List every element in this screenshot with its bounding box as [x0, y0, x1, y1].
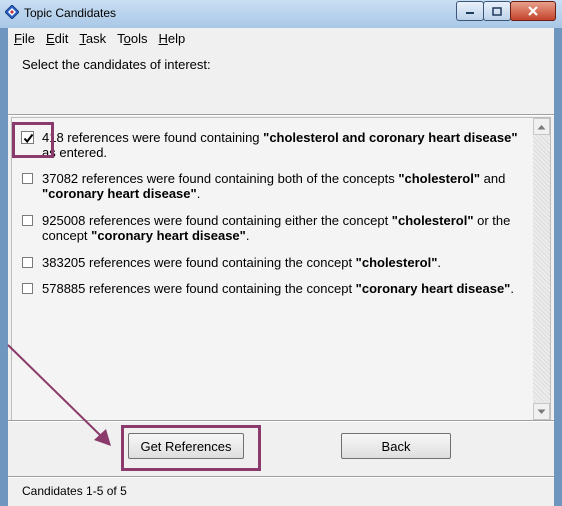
candidate-checkbox-5[interactable]: [22, 283, 33, 294]
candidate-3-part-2: "cholesterol": [391, 213, 474, 228]
candidate-list: 418 references were found containing "ch…: [11, 117, 551, 421]
candidate-3-part-5: .: [245, 228, 250, 243]
candidate-2-part-2: "cholesterol": [398, 171, 480, 186]
menu-file[interactable]: File: [14, 31, 35, 46]
title-bar[interactable]: Topic Candidates: [0, 0, 562, 28]
menu-file-mnemonic: F: [14, 30, 22, 46]
candidate-3-part-1: 925008 references were found containing …: [42, 213, 392, 228]
chevron-up-icon: [537, 124, 546, 129]
candidate-text-4: 383205 references were found containing …: [42, 255, 526, 270]
candidate-row-1[interactable]: 418 references were found containing "ch…: [20, 130, 526, 160]
back-button[interactable]: Back: [341, 433, 451, 459]
button-highlight-box: [121, 425, 261, 471]
menu-file-post: ile: [21, 30, 35, 46]
menu-task[interactable]: Task: [79, 31, 106, 46]
minimize-icon: [466, 12, 474, 14]
candidate-1-part-1: 418 references were found containing: [42, 130, 264, 145]
menu-help-post: elp: [167, 30, 186, 46]
menu-help-mnemonic: H: [158, 30, 168, 46]
menu-tools-mnemonic: o: [123, 30, 131, 46]
menu-edit-post: dit: [54, 30, 69, 46]
menu-tools[interactable]: Tools: [117, 31, 147, 46]
top-divider: [8, 114, 554, 116]
candidate-1-part-2: "cholesterol and coronary heart disease": [263, 130, 518, 145]
candidate-4-part-1: 383205 references were found containing …: [42, 255, 356, 270]
candidate-checkbox-2[interactable]: [22, 173, 33, 184]
candidate-4-part-2: "cholesterol": [355, 255, 438, 270]
candidate-2-part-4: "coronary heart disease": [42, 186, 197, 201]
window-title: Topic Candidates: [24, 6, 117, 20]
scroll-down-button[interactable]: [533, 403, 550, 420]
candidate-row-2[interactable]: 37082 references were found containing b…: [20, 171, 526, 201]
app-diamond-icon: [5, 5, 19, 19]
candidate-row-3[interactable]: 925008 references were found containing …: [20, 213, 526, 243]
maximize-icon: [492, 6, 502, 16]
candidate-3-part-4: "coronary heart disease": [91, 228, 246, 243]
window-controls: [456, 1, 556, 21]
scroll-up-button[interactable]: [533, 118, 550, 135]
close-button[interactable]: [510, 1, 556, 21]
menu-help[interactable]: Help: [158, 31, 185, 46]
candidate-2-part-3: and: [480, 171, 506, 186]
instruction-label: Select the candidates of interest:: [22, 57, 211, 72]
status-bar: Candidates 1-5 of 5: [8, 476, 554, 506]
menu-bar: File Edit Task Tools Help: [8, 28, 554, 48]
candidate-checkbox-3[interactable]: [22, 215, 33, 226]
candidate-5-part-3: .: [510, 281, 514, 296]
candidate-5-part-1: 578885 references were found containing …: [42, 281, 356, 296]
topic-candidates-window: Topic Candidates File Edit Task Tools He…: [0, 0, 562, 506]
maximize-button[interactable]: [483, 1, 511, 21]
close-icon: [528, 6, 538, 16]
candidate-2-part-5: .: [196, 186, 201, 201]
status-text: Candidates 1-5 of 5: [22, 484, 127, 498]
candidate-checkbox-4[interactable]: [22, 257, 33, 268]
client-area: File Edit Task Tools Help Select the can…: [8, 28, 554, 506]
checkbox-highlight-box: [12, 122, 54, 158]
menu-edit-mnemonic: E: [45, 30, 55, 46]
candidate-5-part-2: "coronary heart disease": [355, 281, 511, 296]
candidate-row-5[interactable]: 578885 references were found containing …: [20, 281, 526, 296]
candidate-2-part-1: 37082 references were found containing b…: [42, 171, 399, 186]
menu-edit[interactable]: Edit: [46, 31, 68, 46]
status-divider: [8, 476, 554, 478]
candidate-text-2: 37082 references were found containing b…: [42, 171, 526, 201]
candidate-text-5: 578885 references were found containing …: [42, 281, 526, 296]
candidate-text-3: 925008 references were found containing …: [42, 213, 526, 243]
chevron-down-icon: [537, 409, 546, 414]
list-scrollbar[interactable]: [533, 118, 550, 420]
minimize-button[interactable]: [456, 1, 484, 21]
menu-task-post: ask: [85, 30, 107, 46]
candidate-text-1: 418 references were found containing "ch…: [42, 130, 526, 160]
bottom-divider: [8, 420, 554, 422]
menu-tools-post: ols: [130, 30, 148, 46]
candidate-row-4[interactable]: 383205 references were found containing …: [20, 255, 526, 270]
candidate-4-part-3: .: [437, 255, 441, 270]
